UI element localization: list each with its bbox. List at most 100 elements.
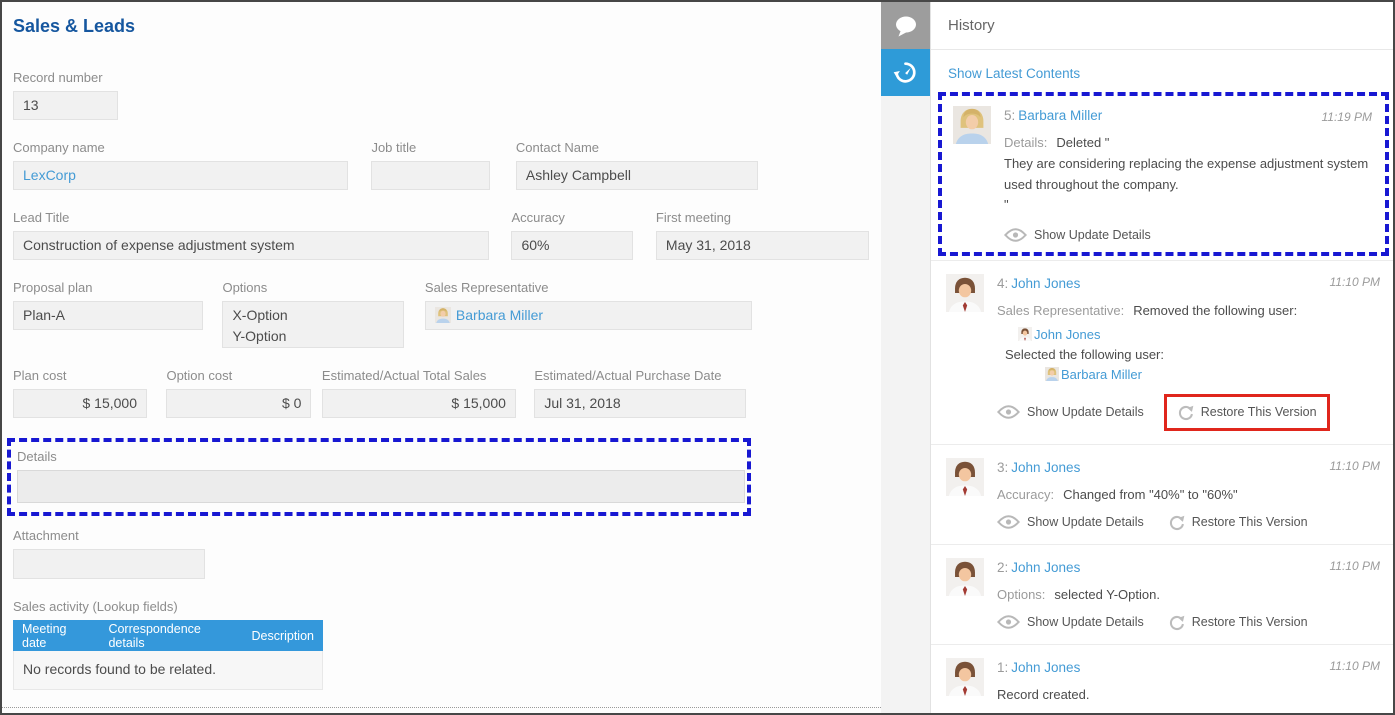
company-name-field: LexCorp xyxy=(13,161,348,190)
entry-5-deleted-text-line-2: used throughout the company. xyxy=(1004,175,1377,196)
entry-1-heading: 1:John Jones xyxy=(997,660,1381,675)
entry-4-show-update-details-button[interactable]: Show Update Details xyxy=(997,405,1144,419)
history-entry-4: 11:10 PM 4:John Jones Sales Representati… xyxy=(931,261,1393,444)
entry-3-heading: 3:John Jones xyxy=(997,460,1381,475)
entry-2-field-label: Options: xyxy=(997,587,1045,602)
user-avatar-female-icon xyxy=(435,307,451,323)
column-header-meeting-date: Meeting date xyxy=(13,622,99,650)
entry-5-show-update-details-button[interactable]: Show Update Details xyxy=(1004,228,1151,242)
entry-1-user-link[interactable]: John Jones xyxy=(1011,660,1080,675)
attachment-field xyxy=(13,549,205,579)
details-field xyxy=(17,470,745,503)
job-title-field xyxy=(371,161,490,190)
sales-activity-header-row: Meeting date Correspondence details Desc… xyxy=(13,620,323,651)
form-bottom-dotted-divider xyxy=(2,707,881,708)
entry-3-user-link[interactable]: John Jones xyxy=(1011,460,1080,475)
form-row-2: Company name LexCorp Job title Contact N… xyxy=(13,140,881,190)
entry-4-removed-user: John Jones xyxy=(997,327,1381,342)
history-entry-5-highlight: 11:19 PM 5:Barbara Miller Details: Delete… xyxy=(938,92,1389,256)
restore-this-version-highlight: Restore This Version xyxy=(1164,394,1330,431)
eye-icon xyxy=(997,515,1020,529)
history-panel: History Show Latest Contents 11:19 PM 5:… xyxy=(930,2,1393,713)
sales-activity-section: Sales activity (Lookup fields) Meeting d… xyxy=(13,599,881,690)
sales-representative-label: Sales Representative xyxy=(425,280,752,295)
entry-1-number: 1: xyxy=(997,660,1008,675)
plan-cost-field: $ 15,000 xyxy=(13,389,147,418)
entry-4-selected-label: Selected the following user: xyxy=(997,347,1381,362)
first-meeting-label: First meeting xyxy=(656,210,869,225)
avatar-john-jones xyxy=(946,458,984,496)
avatar-barbara-miller xyxy=(953,106,991,144)
option-cost-field: $ 0 xyxy=(166,389,311,418)
form-row-1: Record number 13 xyxy=(13,70,881,120)
total-sales-field: $ 15,000 xyxy=(322,389,516,418)
entry-3-change-line: Accuracy:Changed from "40%" to "60%" xyxy=(997,485,1381,506)
avatar-john-jones xyxy=(946,558,984,596)
entry-4-change-text: Removed the following user: xyxy=(1133,303,1297,318)
job-title-label: Job title xyxy=(371,140,490,155)
mini-avatar-barbara-miller xyxy=(1045,367,1059,381)
purchase-date-field: Jul 31, 2018 xyxy=(534,389,746,418)
option-value-y: Y-Option xyxy=(232,326,394,347)
details-field-highlight: Details xyxy=(7,438,751,516)
page-title: Sales & Leads xyxy=(13,16,881,37)
attachment-label: Attachment xyxy=(13,528,205,543)
entry-4-heading: 4:John Jones xyxy=(997,276,1381,291)
history-entry-2: 11:10 PM 2:John Jones Options:selected Y… xyxy=(931,545,1393,644)
show-latest-contents-link[interactable]: Show Latest Contents xyxy=(948,66,1080,81)
entry-5-user-link[interactable]: Barbara Miller xyxy=(1018,108,1102,123)
entry-5-deleted-text-line-3: " xyxy=(1004,195,1377,216)
entry-3-timestamp: 11:10 PM xyxy=(1330,459,1380,473)
entry-4-selected-user: Barbara Miller xyxy=(997,367,1381,382)
lead-title-label: Lead Title xyxy=(13,210,489,225)
purchase-date-label: Estimated/Actual Purchase Date xyxy=(534,368,746,383)
entry-3-field-label: Accuracy: xyxy=(997,487,1054,502)
entry-4-change-line: Sales Representative:Removed the followi… xyxy=(997,301,1381,322)
entry-4-removed-user-link[interactable]: John Jones xyxy=(1034,327,1101,342)
entry-2-change-text: selected Y-Option. xyxy=(1054,587,1160,602)
entry-5-change-text: Deleted " xyxy=(1056,135,1109,150)
form-row-4: Proposal plan Plan-A Options X-Option Y-… xyxy=(13,280,881,348)
sales-representative-link[interactable]: Barbara Miller xyxy=(456,307,543,323)
restore-refresh-icon xyxy=(1168,514,1185,531)
side-toolbar xyxy=(881,2,930,713)
entry-5-number: 5: xyxy=(1004,108,1015,123)
entry-2-show-update-details-button[interactable]: Show Update Details xyxy=(997,615,1144,629)
option-cost-label: Option cost xyxy=(166,368,311,383)
accuracy-label: Accuracy xyxy=(511,210,633,225)
record-number-label: Record number xyxy=(13,70,118,85)
entry-2-user-link[interactable]: John Jones xyxy=(1011,560,1080,575)
entry-4-selected-user-link[interactable]: Barbara Miller xyxy=(1061,367,1142,382)
record-detail-panel: Sales & Leads Record number 13 Company n… xyxy=(2,2,881,713)
sales-activity-table: Meeting date Correspondence details Desc… xyxy=(13,620,323,690)
history-button[interactable] xyxy=(881,49,930,96)
contact-name-field: Ashley Campbell xyxy=(516,161,758,190)
app-window: Sales & Leads Record number 13 Company n… xyxy=(0,0,1395,715)
column-header-correspondence-details: Correspondence details xyxy=(99,622,242,650)
entry-4-restore-this-version-button[interactable]: Restore This Version xyxy=(1177,404,1317,421)
comments-button[interactable] xyxy=(881,2,930,49)
entry-4-user-link[interactable]: John Jones xyxy=(1011,276,1080,291)
company-name-link[interactable]: LexCorp xyxy=(23,167,76,183)
column-header-description: Description xyxy=(242,629,323,643)
accuracy-field: 60% xyxy=(511,231,633,260)
sales-representative-field: Barbara Miller xyxy=(425,301,752,330)
entry-2-restore-this-version-button[interactable]: Restore This Version xyxy=(1168,614,1308,631)
record-number-field: 13 xyxy=(13,91,118,120)
entry-5-field-label: Details: xyxy=(1004,135,1047,150)
total-sales-label: Estimated/Actual Total Sales xyxy=(322,368,516,383)
form-row-attachment: Attachment xyxy=(13,528,881,579)
entry-3-show-update-details-button[interactable]: Show Update Details xyxy=(997,515,1144,529)
history-panel-title: History xyxy=(931,2,1393,50)
avatar-john-jones xyxy=(946,658,984,696)
entry-3-restore-this-version-button[interactable]: Restore This Version xyxy=(1168,514,1308,531)
eye-icon xyxy=(1004,228,1027,242)
form-row-3: Lead Title Construction of expense adjus… xyxy=(13,210,881,260)
entry-2-timestamp: 11:10 PM xyxy=(1330,559,1380,573)
history-entry-3: 11:10 PM 3:John Jones Accuracy:Changed f… xyxy=(931,445,1393,544)
plan-cost-label: Plan cost xyxy=(13,368,147,383)
entry-5-timestamp: 11:19 PM xyxy=(1322,110,1372,124)
options-field: X-Option Y-Option xyxy=(222,301,404,348)
history-entry-1: 11:10 PM 1:John Jones Record created. Sh… xyxy=(931,645,1393,713)
comment-bubble-icon xyxy=(893,14,919,38)
